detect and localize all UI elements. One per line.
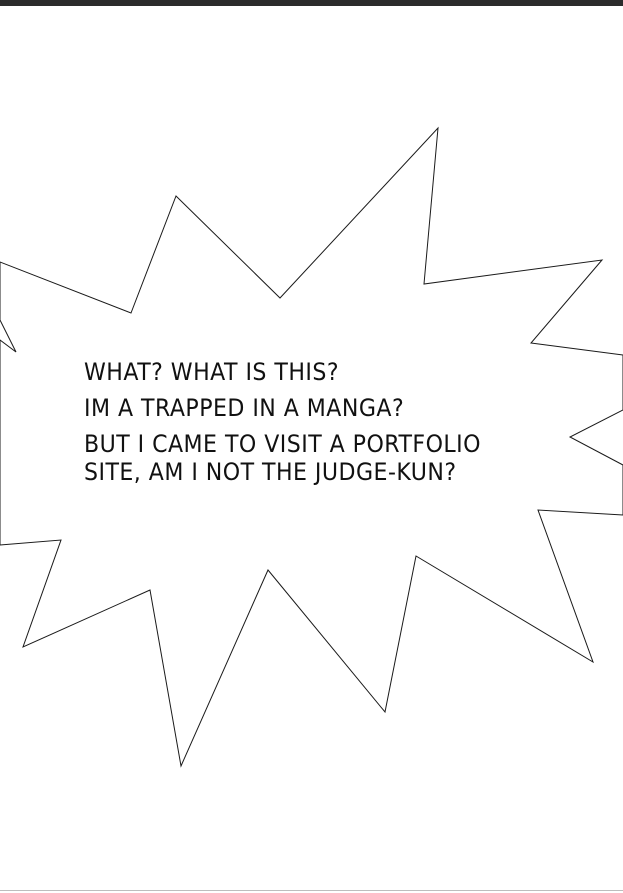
speech-line-3: BUT I CAME TO VISIT A PORTFOLIO SITE, AM… xyxy=(84,430,481,486)
bottom-divider xyxy=(0,890,623,891)
speech-line-2: IM A TRAPPED IN A MANGA? xyxy=(84,394,405,422)
speech-text: WHAT? WHAT IS THIS? IM A TRAPPED IN A MA… xyxy=(84,358,516,494)
manga-page: WHAT? WHAT IS THIS? IM A TRAPPED IN A MA… xyxy=(0,0,623,893)
speech-line-1: WHAT? WHAT IS THIS? xyxy=(84,358,340,386)
